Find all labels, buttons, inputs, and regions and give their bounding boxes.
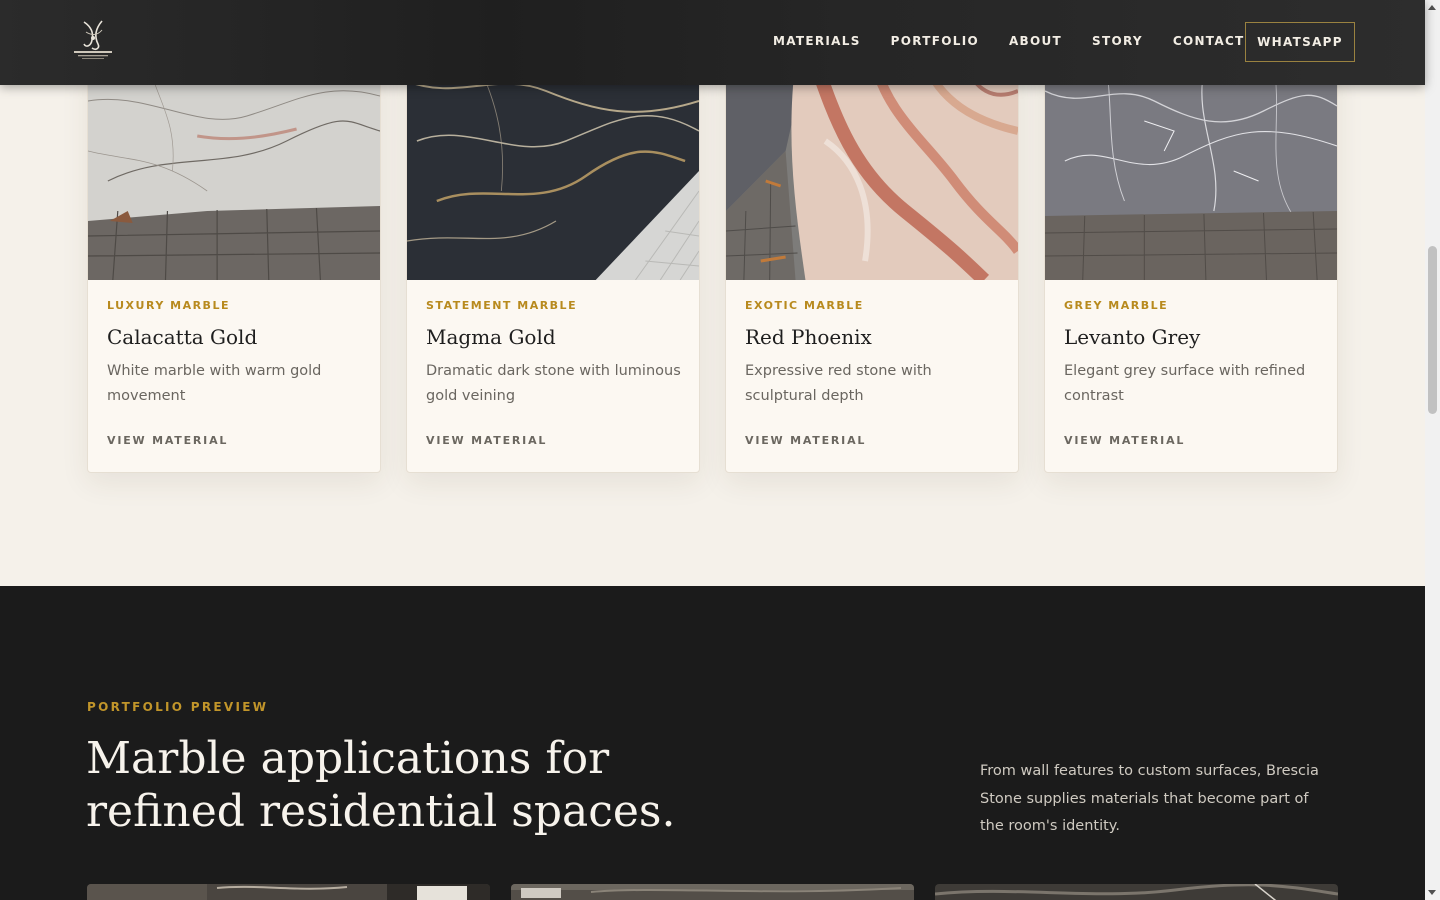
main-nav: MATERIALS PORTFOLIO ABOUT STORY CONTACT (773, 34, 1275, 48)
whatsapp-button[interactable]: WHATSAPP (1245, 22, 1355, 62)
material-description: Expressive red stone with sculptural dep… (745, 363, 932, 404)
view-material-link[interactable]: VIEW MATERIAL (107, 434, 228, 447)
view-material-link[interactable]: VIEW MATERIAL (1064, 434, 1185, 447)
brand-logo-icon[interactable] (72, 18, 114, 64)
page-scrollbar[interactable] (1425, 0, 1440, 900)
material-category: LUXURY MARBLE (107, 299, 230, 312)
material-card-calacatta-gold[interactable]: LUXURY MARBLE Calacatta Gold White marbl… (87, 60, 381, 473)
scroll-up-arrow-icon[interactable] (1428, 5, 1436, 10)
material-card-levanto-grey[interactable]: GREY MARBLE Levanto Grey Elegant grey su… (1044, 60, 1338, 473)
material-title: Calacatta Gold (107, 325, 258, 349)
portfolio-description: From wall features to custom surfaces, B… (980, 763, 1319, 834)
material-description: Dramatic dark stone with luminous gold v… (426, 363, 681, 404)
portfolio-thumbnail[interactable] (511, 884, 914, 900)
material-image-magma-gold (407, 61, 699, 280)
material-category: GREY MARBLE (1064, 299, 1169, 312)
nav-contact[interactable]: CONTACT (1173, 34, 1245, 48)
materials-section: LUXURY MARBLE Calacatta Gold White marbl… (0, 0, 1425, 586)
material-card-red-phoenix[interactable]: EXOTIC MARBLE Red Phoenix Expressive red… (725, 60, 1019, 473)
material-description: Elegant grey surface with refined contra… (1064, 363, 1306, 404)
portfolio-preview-section: PORTFOLIO PREVIEW Marble applications fo… (0, 586, 1425, 900)
material-image-calacatta-gold (88, 61, 380, 280)
site-header: MATERIALS PORTFOLIO ABOUT STORY CONTACT … (0, 0, 1425, 85)
portfolio-eyebrow: PORTFOLIO PREVIEW (87, 700, 269, 714)
material-image-levanto-grey (1045, 61, 1337, 280)
nav-about[interactable]: ABOUT (1009, 34, 1062, 48)
view-material-link[interactable]: VIEW MATERIAL (745, 434, 866, 447)
material-title: Red Phoenix (745, 325, 872, 349)
material-category: STATEMENT MARBLE (426, 299, 578, 312)
scrollbar-thumb[interactable] (1428, 246, 1437, 414)
material-card-magma-gold[interactable]: STATEMENT MARBLE Magma Gold Dramatic dar… (406, 60, 700, 473)
view-material-link[interactable]: VIEW MATERIAL (426, 434, 547, 447)
material-title: Levanto Grey (1064, 325, 1201, 349)
nav-materials[interactable]: MATERIALS (773, 34, 861, 48)
material-title: Magma Gold (426, 325, 556, 349)
portfolio-thumbnail[interactable] (935, 884, 1338, 900)
scroll-down-arrow-icon[interactable] (1428, 890, 1436, 895)
material-category: EXOTIC MARBLE (745, 299, 864, 312)
portfolio-heading: Marble applications for refined resident… (86, 733, 676, 837)
material-description: White marble with warm gold movement (107, 363, 322, 404)
portfolio-thumbnail[interactable] (87, 884, 490, 900)
nav-story[interactable]: STORY (1092, 34, 1143, 48)
material-image-red-phoenix (726, 61, 1018, 280)
nav-portfolio[interactable]: PORTFOLIO (891, 34, 979, 48)
